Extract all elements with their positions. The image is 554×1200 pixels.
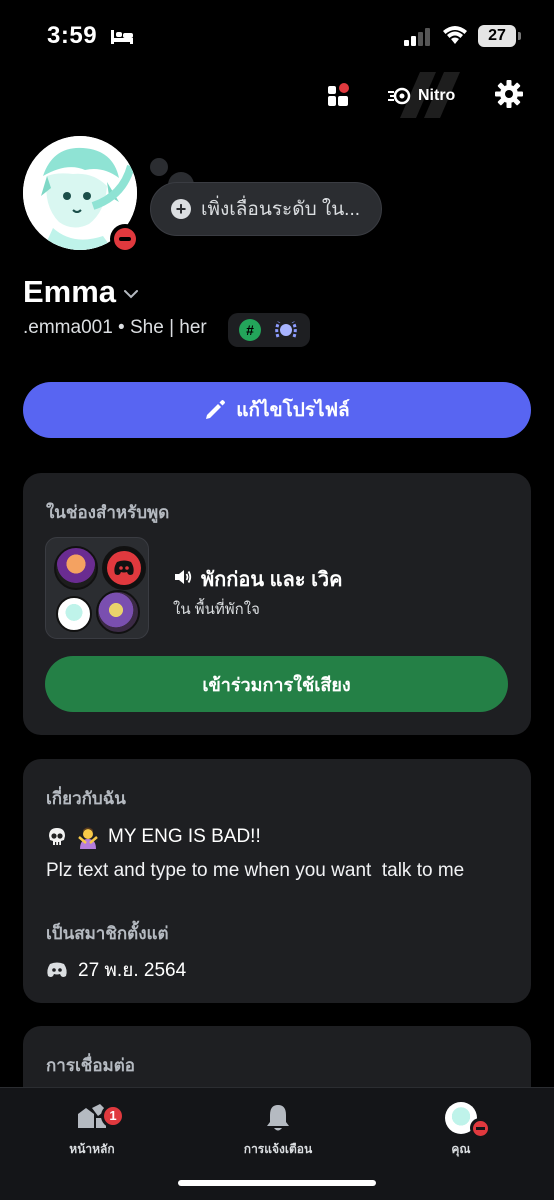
pencil-icon	[206, 400, 226, 419]
status-time: 3:59	[47, 22, 98, 49]
voice-server-name: ใน พื้นที่พักใจ	[173, 601, 260, 618]
wreath-badge-icon[interactable]	[273, 317, 299, 343]
home-notification-badge: 1	[101, 1104, 125, 1128]
about-line-1: MY ENG IS BAD!!	[46, 825, 261, 849]
nitro-button[interactable]: Nitro	[388, 84, 455, 108]
participant-avatar	[56, 596, 92, 632]
nitro-label: Nitro	[418, 87, 456, 104]
nav-home-label: หน้าหลัก	[69, 1142, 115, 1156]
nav-you-label: คุณ	[451, 1142, 471, 1156]
participant-avatar	[96, 590, 140, 634]
about-me-card: เกี่ยวกับฉัน MY ENG IS BAD!! Plz text an…	[23, 759, 531, 1003]
voice-channel-card: ในช่องสำหรับพูด พักก่อน และ เวิค ใน พื้น…	[23, 473, 531, 735]
profile-badges[interactable]: #	[228, 313, 310, 347]
bell-icon	[267, 1105, 289, 1131]
plus-icon: +	[171, 199, 191, 219]
shop-icon[interactable]	[326, 82, 352, 108]
connections-card-title: การเชื่อมต่อ	[46, 1056, 135, 1075]
status-bubble-dot	[150, 158, 168, 176]
hypesquad-badge[interactable]: #	[239, 319, 261, 341]
top-actions: Nitro	[0, 72, 554, 118]
voice-participants[interactable]	[45, 537, 149, 639]
nitro-icon	[388, 87, 411, 105]
voice-card-title: ในช่องสำหรับพูด	[46, 503, 170, 522]
dnd-status-icon	[470, 1118, 490, 1138]
member-since-title: เป็นสมาชิกตั้งแต่	[46, 924, 169, 943]
nav-notifications[interactable]: การแจ้งเตือน	[232, 1102, 324, 1159]
member-since-row: 27 พ.ย. 2564	[46, 955, 186, 985]
about-line-1-text: MY ENG IS BAD!!	[108, 826, 261, 847]
person-gesturing-no-emoji-icon	[78, 827, 98, 849]
nav-notifications-label: การแจ้งเตือน	[243, 1142, 313, 1156]
status-bar: 3:59 27	[0, 0, 554, 72]
about-line-2: Plz text and type to me when you want ta…	[46, 860, 465, 881]
display-name: Emma	[23, 274, 117, 309]
join-voice-button[interactable]: เข้าร่วมการใช้เสียง	[45, 656, 508, 712]
speaker-icon	[175, 570, 192, 584]
dnd-status-icon	[110, 224, 140, 254]
gear-icon[interactable]	[495, 80, 523, 108]
chevron-down-icon[interactable]	[121, 284, 141, 304]
wifi-icon	[443, 26, 467, 44]
status-prompt-text: เพิ่งเลื่อนระดับ ใน...	[201, 199, 361, 220]
battery-indicator: 27	[478, 25, 521, 47]
skull-emoji-icon	[49, 828, 65, 845]
member-since-date: 27 พ.ย. 2564	[78, 960, 187, 981]
custom-status-bubble[interactable]: + เพิ่งเลื่อนระดับ ใน...	[150, 182, 382, 236]
discord-icon	[47, 962, 67, 977]
edit-profile-label: แก้ไขโปรไฟล์	[236, 400, 350, 421]
discord-icon	[114, 560, 134, 575]
bed-icon	[111, 30, 133, 44]
username-pronouns: .emma001 • She | her	[23, 317, 207, 338]
home-indicator	[178, 1180, 376, 1186]
edit-profile-button[interactable]: แก้ไขโปรไฟล์	[23, 382, 531, 438]
voice-channel-name: พักก่อน และ เวิค	[201, 569, 343, 591]
about-card-title: เกี่ยวกับฉัน	[46, 789, 126, 808]
participant-avatar	[54, 546, 98, 590]
participant-avatar	[102, 546, 146, 590]
cellular-signal-icon	[404, 28, 430, 46]
